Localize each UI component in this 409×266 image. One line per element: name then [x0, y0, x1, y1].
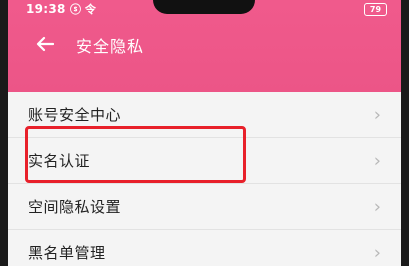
chevron-right-icon: ›: [373, 104, 381, 125]
arrow-left-icon: [36, 36, 54, 52]
back-button[interactable]: [34, 33, 56, 55]
highlight-box: [25, 126, 246, 183]
status-icons: ⓢ 令: [70, 3, 96, 16]
app-header: 19:38 ⓢ 令 79 安全隐私: [8, 0, 401, 92]
status-bar: 19:38 ⓢ 令 79: [8, 0, 401, 20]
camera-notch: [153, 0, 255, 14]
chevron-right-icon: ›: [373, 242, 381, 263]
page-title: 安全隐私: [76, 37, 145, 56]
chevron-right-icon: ›: [373, 196, 381, 217]
menu-item-blacklist[interactable]: 黑名单管理 ›: [8, 230, 401, 266]
menu-item-space-privacy[interactable]: 空间隐私设置 ›: [8, 184, 401, 230]
chevron-right-icon: ›: [373, 150, 381, 171]
battery-icon: 79: [364, 3, 387, 16]
menu-item-label: 账号安全中心: [28, 106, 122, 124]
status-time: 19:38: [26, 2, 66, 16]
menu-item-label: 黑名单管理: [28, 244, 106, 262]
phone-screen: 19:38 ⓢ 令 79 安全隐私 账号安全中心 › 实名认证 › 空间隐私设置…: [8, 0, 401, 266]
menu-item-label: 空间隐私设置: [28, 198, 122, 216]
